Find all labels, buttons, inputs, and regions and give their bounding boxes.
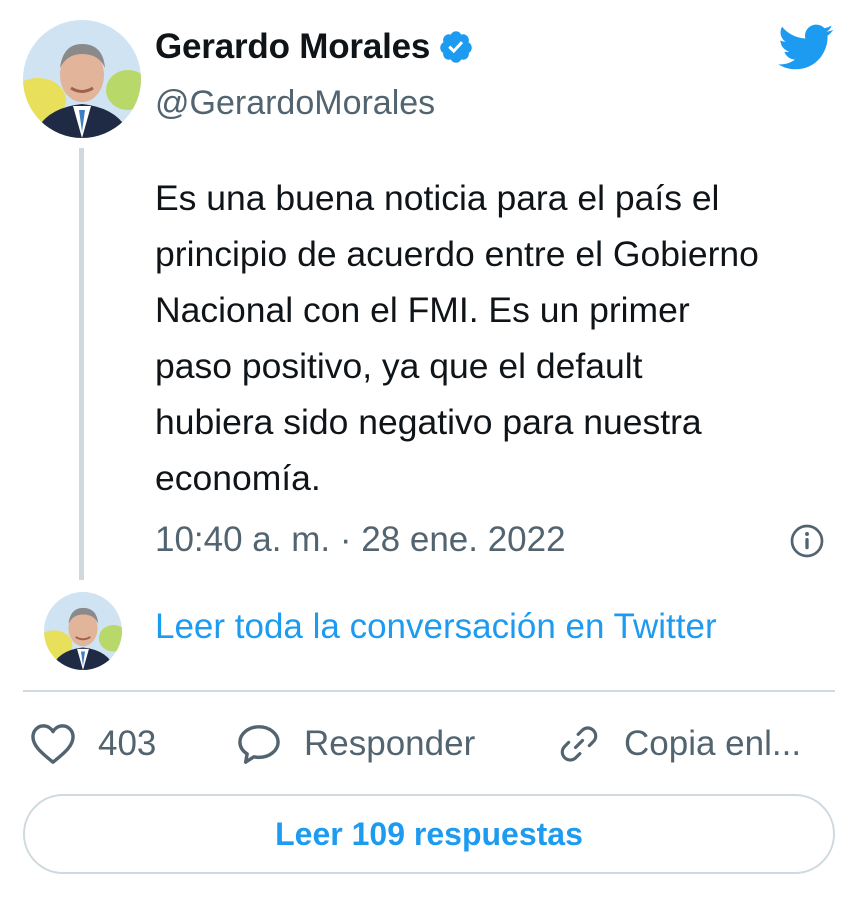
author-handle[interactable]: @GerardoMorales	[155, 84, 435, 123]
twitter-bird-icon[interactable]	[776, 22, 834, 72]
like-count: 403	[98, 724, 157, 763]
tweet-text: Es una buena noticia para el país el pri…	[155, 178, 759, 498]
avatar-photo	[44, 592, 122, 670]
speech-bubble-icon	[238, 725, 280, 764]
author-display-name[interactable]: Gerardo Morales	[155, 27, 430, 67]
tweet-timestamp[interactable]: 10:40 a. m. · 28 ene. 2022	[155, 520, 566, 560]
link-icon	[560, 726, 598, 762]
divider	[23, 690, 835, 692]
author-name-row[interactable]: Gerardo Morales	[155, 27, 474, 67]
like-button[interactable]: 403	[30, 720, 156, 768]
read-replies-button[interactable]: Leer 109 respuestas	[23, 794, 835, 874]
heart-icon	[31, 724, 75, 764]
avatar-photo	[23, 20, 141, 138]
read-conversation-link[interactable]: Leer toda la conversación en Twitter	[155, 607, 717, 647]
thread-line	[79, 148, 84, 580]
info-icon[interactable]	[789, 523, 825, 559]
copy-link-button[interactable]: Copia enl...	[556, 720, 801, 768]
author-avatar[interactable]	[23, 20, 141, 138]
verified-badge-icon	[440, 31, 472, 63]
read-replies-label: Leer 109 respuestas	[275, 815, 583, 852]
copy-link-label: Copia enl...	[624, 724, 802, 763]
reply-label: Responder	[304, 724, 476, 763]
conversation-avatar[interactable]	[44, 592, 122, 670]
reply-button[interactable]: Responder	[236, 720, 475, 768]
